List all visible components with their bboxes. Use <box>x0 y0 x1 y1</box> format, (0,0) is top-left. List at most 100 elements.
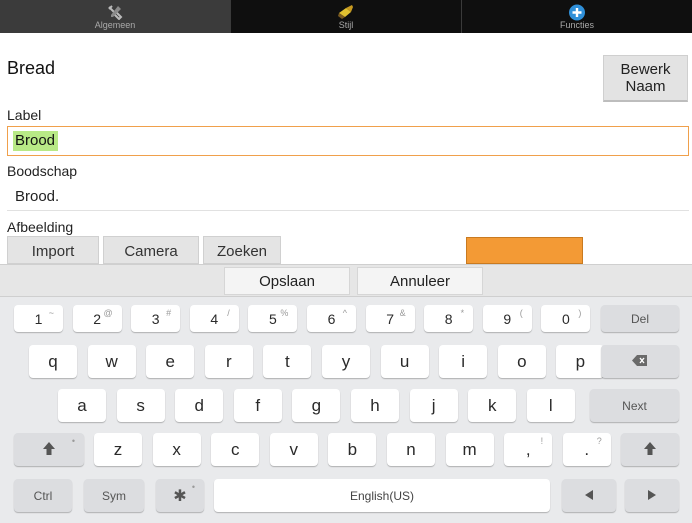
tools-icon <box>106 4 124 22</box>
button-name-title: Bread <box>7 58 56 78</box>
key-g[interactable]: g <box>292 389 341 422</box>
space-key[interactable]: English(US) <box>214 479 550 512</box>
settings-key[interactable]: • ✱ <box>156 479 204 512</box>
key-l[interactable]: l <box>526 389 575 422</box>
cursor-left-key[interactable] <box>562 479 616 512</box>
next-key-label: Next <box>622 398 647 413</box>
camera-button[interactable]: Camera <box>103 236 199 264</box>
settings-key-secondary: • <box>191 482 195 492</box>
key-7[interactable]: 7 & <box>365 305 415 332</box>
cancel-button[interactable]: Annuleer <box>357 267 483 295</box>
key-i[interactable]: i <box>439 345 488 378</box>
key-j-label: j <box>431 395 436 415</box>
key-x[interactable]: x <box>152 433 201 466</box>
key-9[interactable]: 9( <box>482 305 532 332</box>
plus-circle-icon <box>569 4 586 23</box>
key-g-label: g <box>311 395 322 415</box>
key-f[interactable]: f <box>233 389 282 422</box>
key-s[interactable]: s <box>116 389 165 422</box>
key-u[interactable]: u <box>380 345 429 378</box>
key-4[interactable]: 4/ <box>189 305 239 332</box>
key-d[interactable]: d <box>175 389 224 422</box>
label-input[interactable]: Brood <box>7 126 689 156</box>
key-y[interactable]: y <box>322 345 370 378</box>
backspace-icon <box>632 354 648 369</box>
next-key[interactable]: Next <box>590 389 679 422</box>
key-period[interactable]: .? <box>562 433 611 466</box>
key-i-label: i <box>461 351 466 371</box>
ctrl-key-label: Ctrl <box>33 488 53 503</box>
key-t[interactable]: t <box>263 345 312 378</box>
key-0[interactable]: 0) <box>541 305 591 332</box>
key-7-label: 7 <box>386 310 394 327</box>
message-caption: Boodschap <box>7 163 78 179</box>
key-n-label: n <box>406 439 416 459</box>
rename-button-line1: Bewerk <box>620 61 671 78</box>
tab-functies[interactable]: Functies <box>462 0 692 33</box>
key-q[interactable]: q <box>29 345 77 378</box>
color-swatch-button[interactable] <box>466 237 583 264</box>
tab-stijl[interactable]: Stijl <box>231 0 462 33</box>
rename-button[interactable]: Bewerk Naam <box>603 55 688 102</box>
key-e-label: e <box>165 351 175 371</box>
search-image-button[interactable]: Zoeken <box>203 236 281 264</box>
key-w-label: w <box>105 351 118 371</box>
paintbrush-icon <box>337 4 355 22</box>
tab-bar: Algemeen Stijl Functies <box>0 0 692 33</box>
key-a[interactable]: a <box>58 389 106 422</box>
shift-key-left[interactable]: • <box>14 433 84 466</box>
key-period-label: . <box>584 439 590 459</box>
key-b[interactable]: b <box>328 433 377 466</box>
cursor-right-key[interactable] <box>625 479 679 512</box>
key-3[interactable]: 3 # <box>131 305 181 332</box>
key-l-label: l <box>548 395 553 415</box>
key-comma[interactable]: ,! <box>504 433 553 466</box>
key-m[interactable]: m <box>445 433 494 466</box>
key-f-label: f <box>255 395 261 415</box>
key-5-secondary: % <box>280 308 289 318</box>
backspace-key[interactable] <box>601 345 679 378</box>
key-1[interactable]: 1 ~ <box>14 305 63 332</box>
key-6[interactable]: 6 ^ <box>307 305 356 332</box>
tab-algemeen[interactable]: Algemeen <box>0 0 231 33</box>
key-comma-secondary: ! <box>540 436 544 446</box>
key-5[interactable]: 5% <box>248 305 298 332</box>
key-2-label: 2 <box>93 310 101 327</box>
key-v[interactable]: v <box>269 433 318 466</box>
key-1-secondary: ~ <box>48 308 54 318</box>
key-n[interactable]: n <box>387 433 435 466</box>
key-r-label: r <box>225 351 232 371</box>
label-caption: Label <box>7 107 42 123</box>
message-input[interactable]: Brood. <box>7 183 689 211</box>
key-e[interactable]: e <box>146 345 195 378</box>
save-button[interactable]: Opslaan <box>224 267 350 295</box>
ctrl-key[interactable]: Ctrl <box>14 479 72 512</box>
key-8-secondary: * <box>460 308 465 318</box>
key-3-label: 3 <box>151 310 160 327</box>
key-p[interactable]: p <box>556 345 605 378</box>
import-button[interactable]: Import <box>7 236 99 264</box>
key-d-label: d <box>194 395 204 415</box>
key-j[interactable]: j <box>409 389 458 422</box>
key-x-label: x <box>172 439 181 459</box>
key-h[interactable]: h <box>351 389 399 422</box>
key-c[interactable]: c <box>211 433 260 466</box>
shift-key-right[interactable] <box>621 433 679 466</box>
key-z[interactable]: z <box>94 433 142 466</box>
rename-button-line2: Naam <box>625 78 666 95</box>
key-h-label: h <box>370 395 380 415</box>
key-t-label: t <box>285 351 290 371</box>
arrow-right-icon <box>648 489 656 503</box>
key-k[interactable]: k <box>468 389 517 422</box>
key-o[interactable]: o <box>497 345 546 378</box>
key-q-label: q <box>48 351 58 371</box>
image-caption: Afbeelding <box>7 219 74 235</box>
del-key[interactable]: Del <box>601 305 679 332</box>
key-8[interactable]: 8 * <box>424 305 474 332</box>
key-r[interactable]: r <box>204 345 253 378</box>
key-u-label: u <box>399 351 410 371</box>
sym-key[interactable]: Sym <box>84 479 144 512</box>
del-key-label: Del <box>630 311 649 326</box>
key-w[interactable]: w <box>87 345 136 378</box>
key-2[interactable]: 2 @ <box>72 305 122 332</box>
